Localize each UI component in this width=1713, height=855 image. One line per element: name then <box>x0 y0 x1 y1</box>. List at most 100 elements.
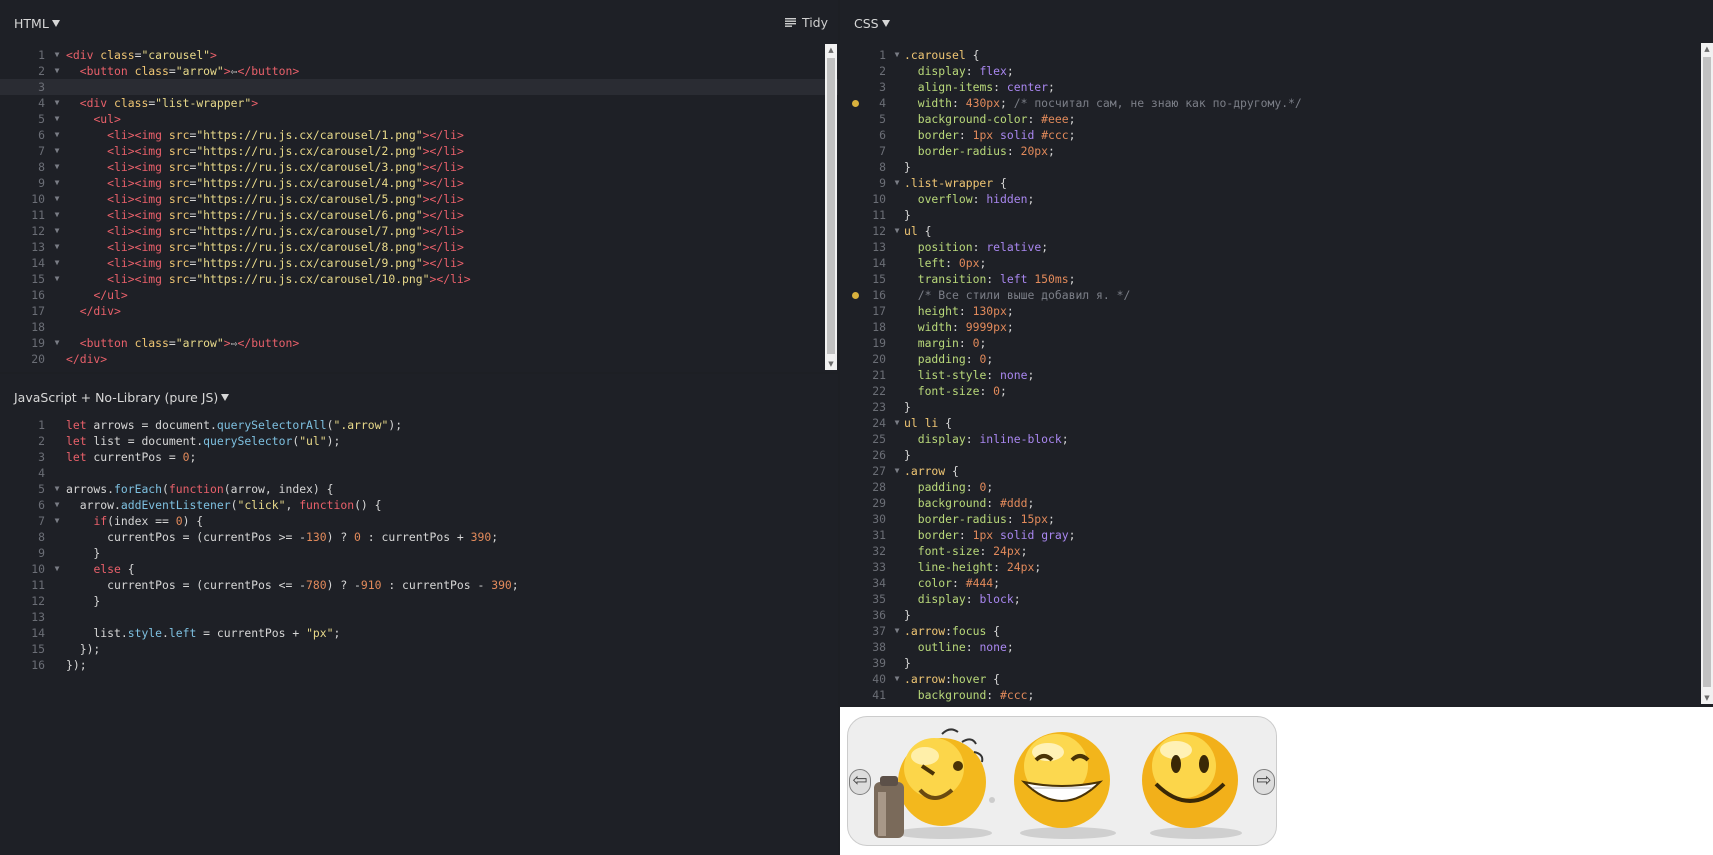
code-line[interactable]: 14 left: 0px; <box>842 255 1713 271</box>
code-line[interactable]: 2 display: flex; <box>842 63 1713 79</box>
code-line[interactable]: 38 outline: none; <box>842 639 1713 655</box>
chevron-down-icon[interactable] <box>881 20 890 27</box>
code-line[interactable]: 3 <box>0 79 838 95</box>
code-line[interactable]: 13 <box>0 609 838 625</box>
code-line[interactable]: 12 ▼ ul { <box>842 223 1713 239</box>
code-line[interactable]: 16 /* Все стили выше добавил я. */ <box>842 287 1713 303</box>
code-line[interactable]: 16 </ul> <box>0 287 838 303</box>
code-line[interactable]: 4 <box>0 465 838 481</box>
chevron-down-icon[interactable] <box>51 20 60 27</box>
warning-dot-icon[interactable] <box>852 292 859 299</box>
code-line[interactable]: 9 ▼ .list-wrapper { <box>842 175 1713 191</box>
code-line[interactable]: 20 padding: 0; <box>842 351 1713 367</box>
scroll-down-icon[interactable]: ▼ <box>1701 692 1713 704</box>
js-code-editor[interactable]: 1 let arrows = document.querySelectorAll(… <box>0 417 838 673</box>
fold-arrow-icon[interactable]: ▼ <box>52 143 62 159</box>
code-line[interactable]: 8} <box>842 159 1713 175</box>
code-line[interactable]: 1 ▼ <div class="carousel"> <box>0 47 838 63</box>
code-line[interactable]: 23} <box>842 399 1713 415</box>
code-line[interactable]: 5 ▼ <ul> <box>0 111 838 127</box>
html-code-editor[interactable]: 1 ▼ <div class="carousel"> 2 ▼ <button class… <box>0 47 838 367</box>
fold-arrow-icon[interactable]: ▼ <box>52 239 62 255</box>
scrollbar-thumb[interactable] <box>827 58 835 354</box>
fold-arrow-icon[interactable]: ▼ <box>52 63 62 79</box>
code-line[interactable]: 12 } <box>0 593 838 609</box>
code-line[interactable]: 3 let currentPos = 0; <box>0 449 838 465</box>
fold-arrow-icon[interactable]: ▼ <box>52 47 62 63</box>
js-panel-title[interactable]: JavaScript + No-Library (pure JS) <box>14 390 218 405</box>
code-line[interactable]: 27 ▼ .arrow { <box>842 463 1713 479</box>
scroll-down-icon[interactable]: ▼ <box>825 358 837 370</box>
scrollbar-thumb[interactable] <box>1703 57 1711 687</box>
code-line[interactable]: 7 ▼ if(index == 0) { <box>0 513 838 529</box>
code-line[interactable]: 5 ▼ arrows.forEach(function(arrow, index) … <box>0 481 838 497</box>
fold-arrow-icon[interactable]: ▼ <box>52 191 62 207</box>
code-line[interactable]: 35 display: block; <box>842 591 1713 607</box>
fold-arrow-icon[interactable]: ▼ <box>892 415 902 431</box>
code-line[interactable]: 6 ▼ arrow.addEventListener("click", funct… <box>0 497 838 513</box>
code-line[interactable]: 10 ▼ else { <box>0 561 838 577</box>
css-panel-title[interactable]: CSS <box>854 16 879 31</box>
code-line[interactable]: 20 </div> <box>0 351 838 367</box>
code-line[interactable]: 41 background: #ccc; <box>842 687 1713 703</box>
code-line[interactable]: 3 align-items: center; <box>842 79 1713 95</box>
code-line[interactable]: 10 ▼ <li><img src="https://ru.js.cx/carou… <box>0 191 838 207</box>
code-line[interactable]: 15 ▼ <li><img src="https://ru.js.cx/carou… <box>0 271 838 287</box>
code-line[interactable]: 17 height: 130px; <box>842 303 1713 319</box>
fold-arrow-icon[interactable]: ▼ <box>52 95 62 111</box>
code-line[interactable]: 6 border: 1px solid #ccc; <box>842 127 1713 143</box>
code-line[interactable]: 40 ▼ .arrow:hover { <box>842 671 1713 687</box>
css-code-editor[interactable]: 1 ▼ .carousel {2 display: flex; 3 align-ite… <box>842 47 1713 703</box>
code-line[interactable]: 25 display: inline-block; <box>842 431 1713 447</box>
fold-arrow-icon[interactable]: ▼ <box>52 497 62 513</box>
fold-arrow-icon[interactable]: ▼ <box>52 271 62 287</box>
code-line[interactable]: 10 overflow: hidden; <box>842 191 1713 207</box>
code-line[interactable]: 31 border: 1px solid gray; <box>842 527 1713 543</box>
code-line[interactable]: 14 list.style.left = currentPos + "px"; <box>0 625 838 641</box>
carousel-prev-button[interactable]: ⇦ <box>849 769 871 795</box>
code-line[interactable]: 11} <box>842 207 1713 223</box>
carousel-next-button[interactable]: ⇨ <box>1253 769 1275 795</box>
code-line[interactable]: 8 currentPos = (currentPos >= -130) ? 0 … <box>0 529 838 545</box>
code-line[interactable]: 26} <box>842 447 1713 463</box>
fold-arrow-icon[interactable]: ▼ <box>52 223 62 239</box>
html-scrollbar[interactable]: ▲ ▼ <box>825 44 837 370</box>
fold-arrow-icon[interactable]: ▼ <box>892 175 902 191</box>
code-line[interactable]: 21 list-style: none; <box>842 367 1713 383</box>
code-line[interactable]: 11 currentPos = (currentPos <= -780) ? -… <box>0 577 838 593</box>
fold-arrow-icon[interactable]: ▼ <box>892 47 902 63</box>
code-line[interactable]: 17 </div> <box>0 303 838 319</box>
fold-arrow-icon[interactable]: ▼ <box>52 561 62 577</box>
html-panel-title[interactable]: HTML <box>14 16 49 31</box>
code-line[interactable]: 28 padding: 0; <box>842 479 1713 495</box>
code-line[interactable]: 8 ▼ <li><img src="https://ru.js.cx/carous… <box>0 159 838 175</box>
scroll-up-icon[interactable]: ▲ <box>825 44 837 56</box>
fold-arrow-icon[interactable]: ▼ <box>52 513 62 529</box>
tidy-button[interactable]: Tidy <box>784 15 828 30</box>
code-line[interactable]: 12 ▼ <li><img src="https://ru.js.cx/carou… <box>0 223 838 239</box>
fold-arrow-icon[interactable]: ▼ <box>892 623 902 639</box>
css-scrollbar[interactable]: ▲ ▼ <box>1701 43 1713 704</box>
scroll-up-icon[interactable]: ▲ <box>1701 43 1713 55</box>
fold-arrow-icon[interactable]: ▼ <box>892 223 902 239</box>
code-line[interactable]: 6 ▼ <li><img src="https://ru.js.cx/carous… <box>0 127 838 143</box>
code-line[interactable]: 2 let list = document.querySelector("ul")… <box>0 433 838 449</box>
code-line[interactable]: 29 background: #ddd; <box>842 495 1713 511</box>
code-line[interactable]: 2 ▼ <button class="arrow">⇦</button> <box>0 63 838 79</box>
code-line[interactable]: 39} <box>842 655 1713 671</box>
code-line[interactable]: 33 line-height: 24px; <box>842 559 1713 575</box>
code-line[interactable]: 7 ▼ <li><img src="https://ru.js.cx/carous… <box>0 143 838 159</box>
warning-dot-icon[interactable] <box>852 100 859 107</box>
code-line[interactable]: 9 ▼ <li><img src="https://ru.js.cx/carous… <box>0 175 838 191</box>
code-line[interactable]: 11 ▼ <li><img src="https://ru.js.cx/carou… <box>0 207 838 223</box>
code-line[interactable]: 19 ▼ <button class="arrow">⇨</button> <box>0 335 838 351</box>
code-line[interactable]: 34 color: #444; <box>842 575 1713 591</box>
fold-arrow-icon[interactable]: ▼ <box>52 335 62 351</box>
fold-arrow-icon[interactable]: ▼ <box>52 159 62 175</box>
code-line[interactable]: 7 border-radius: 20px; <box>842 143 1713 159</box>
code-line[interactable]: 13 ▼ <li><img src="https://ru.js.cx/carou… <box>0 239 838 255</box>
fold-arrow-icon[interactable]: ▼ <box>52 255 62 271</box>
code-line[interactable]: 4 width: 430px; /* посчитал сам, не знаю… <box>842 95 1713 111</box>
code-line[interactable]: 1 ▼ .carousel { <box>842 47 1713 63</box>
code-line[interactable]: 15 }); <box>0 641 838 657</box>
